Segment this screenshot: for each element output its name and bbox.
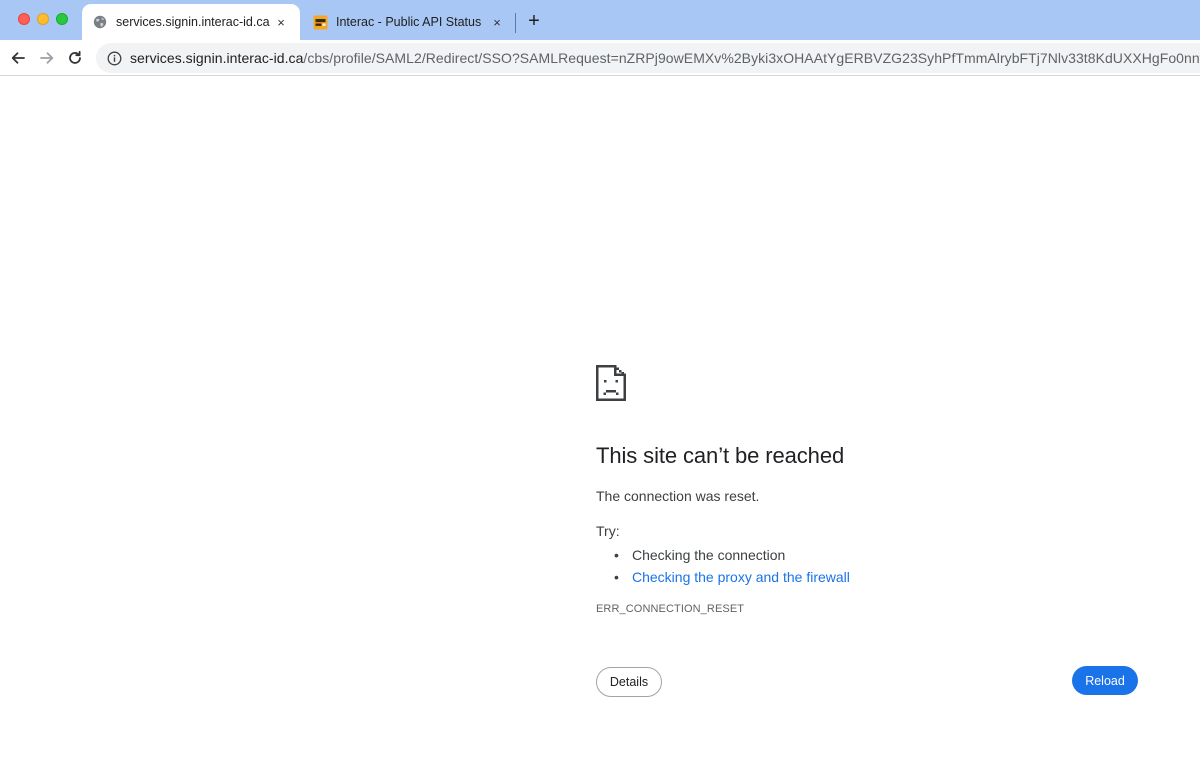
suggestion-list: Checking the connection Checking the pro… (614, 544, 850, 588)
tab-services-signin[interactable]: services.signin.interac-id.ca × (82, 4, 300, 40)
window-maximize-button[interactable] (56, 13, 68, 25)
tab-separator (515, 13, 516, 33)
tab-title: services.signin.interac-id.ca (116, 15, 270, 29)
reload-button[interactable]: Reload (1072, 666, 1138, 695)
globe-icon (92, 14, 108, 30)
suggestion-check-proxy-firewall-link[interactable]: Checking the proxy and the firewall (614, 566, 850, 588)
error-page: This site can’t be reached The connectio… (0, 77, 1200, 770)
new-tab-button[interactable]: + (524, 11, 544, 31)
error-code: ERR_CONNECTION_RESET (596, 603, 745, 615)
tab-title: Interac - Public API Status (336, 15, 482, 29)
window-close-button[interactable] (18, 13, 30, 25)
back-arrow-icon[interactable] (7, 47, 29, 69)
forward-arrow-icon[interactable] (36, 47, 58, 69)
sad-document-icon (596, 365, 626, 401)
browser-toolbar: services.signin.interac-id.ca/cbs/profil… (0, 40, 1200, 76)
url-text[interactable]: services.signin.interac-id.ca/cbs/profil… (130, 50, 1200, 66)
interac-status-favicon (312, 14, 328, 30)
suggestion-check-connection: Checking the connection (614, 544, 850, 566)
url-host: services.signin.interac-id.ca (130, 50, 304, 66)
url-path: /cbs/profile/SAML2/Redirect/SSO?SAMLRequ… (303, 50, 1200, 66)
site-info-icon[interactable] (106, 50, 122, 66)
tab-interac-api-status[interactable]: Interac - Public API Status × (302, 4, 516, 40)
error-title: This site can’t be reached (596, 443, 845, 468)
details-button[interactable]: Details (596, 667, 662, 697)
address-bar[interactable]: services.signin.interac-id.ca/cbs/profil… (96, 43, 1200, 73)
tab-strip: services.signin.interac-id.ca × Interac … (0, 0, 1200, 40)
tab-close-icon[interactable]: × (272, 13, 290, 31)
window-minimize-button[interactable] (37, 13, 49, 25)
tab-close-icon[interactable]: × (488, 13, 506, 31)
error-description: The connection was reset. (596, 488, 760, 504)
try-label: Try: (596, 523, 620, 539)
reload-icon[interactable] (64, 47, 86, 69)
